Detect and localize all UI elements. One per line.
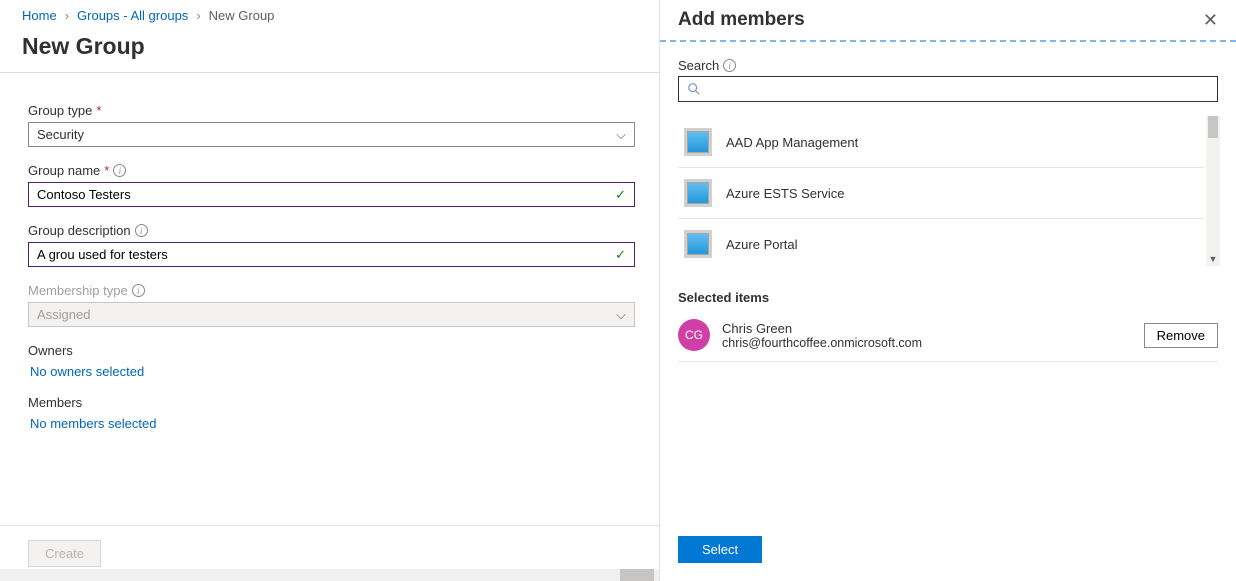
avatar: CG bbox=[678, 319, 710, 351]
search-label: Search bbox=[678, 58, 719, 73]
result-item[interactable]: AAD App Management bbox=[678, 116, 1204, 168]
breadcrumb-groups[interactable]: Groups - All groups bbox=[77, 8, 188, 23]
scrollbar-thumb[interactable] bbox=[620, 569, 654, 581]
select-button[interactable]: Select bbox=[678, 536, 762, 563]
selected-items-label: Selected items bbox=[678, 290, 1218, 305]
group-type-value: Security bbox=[37, 127, 84, 142]
check-icon: ✓ bbox=[615, 187, 626, 203]
panel-title: Add members bbox=[678, 9, 805, 31]
info-icon[interactable]: i bbox=[132, 284, 145, 297]
required-asterisk: * bbox=[96, 103, 101, 118]
page-title: New Group bbox=[0, 31, 659, 72]
membership-type-label: Membership type bbox=[28, 283, 128, 298]
app-icon bbox=[684, 179, 712, 207]
breadcrumb-current: New Group bbox=[209, 8, 275, 23]
info-icon[interactable]: i bbox=[135, 224, 148, 237]
chevron-down-icon: ⌵ bbox=[616, 127, 626, 143]
group-type-label: Group type bbox=[28, 103, 92, 118]
app-icon bbox=[684, 128, 712, 156]
membership-type-value: Assigned bbox=[37, 307, 90, 322]
group-type-select[interactable]: Security ⌵ bbox=[28, 122, 635, 147]
info-icon[interactable]: i bbox=[723, 59, 736, 72]
required-asterisk: * bbox=[104, 163, 109, 178]
horizontal-scrollbar[interactable] bbox=[0, 569, 659, 581]
scroll-down-arrow[interactable]: ▼ bbox=[1206, 254, 1220, 268]
owners-link[interactable]: No owners selected bbox=[28, 358, 635, 379]
create-button: Create bbox=[28, 540, 101, 567]
result-item-label: AAD App Management bbox=[726, 135, 858, 150]
chevron-right-icon: › bbox=[65, 8, 69, 23]
remove-button[interactable]: Remove bbox=[1144, 323, 1218, 348]
chevron-down-icon: ⌵ bbox=[616, 307, 626, 323]
app-icon bbox=[684, 230, 712, 258]
group-desc-input-wrap: ✓ bbox=[28, 242, 635, 267]
group-name-input-wrap: ✓ bbox=[28, 182, 635, 207]
members-link[interactable]: No members selected bbox=[28, 410, 635, 431]
close-icon[interactable]: ✕ bbox=[1203, 10, 1218, 31]
group-name-input[interactable] bbox=[37, 187, 615, 202]
group-desc-input[interactable] bbox=[37, 247, 615, 262]
selected-item-row: CG Chris Green chris@fourthcoffee.onmicr… bbox=[678, 319, 1218, 362]
group-name-label: Group name bbox=[28, 163, 100, 178]
selected-item-name: Chris Green bbox=[722, 321, 1132, 336]
vertical-scrollbar[interactable]: ▲ ▼ bbox=[1206, 116, 1220, 266]
search-icon bbox=[687, 82, 701, 96]
selected-item-email: chris@fourthcoffee.onmicrosoft.com bbox=[722, 336, 1132, 350]
result-list: AAD App Management Azure ESTS Service Az… bbox=[678, 116, 1218, 266]
scrollbar-thumb[interactable] bbox=[1208, 116, 1218, 138]
result-item[interactable]: Azure ESTS Service bbox=[678, 168, 1204, 219]
breadcrumb: Home › Groups - All groups › New Group bbox=[0, 0, 659, 31]
result-item-label: Azure ESTS Service bbox=[726, 186, 845, 201]
result-item-label: Azure Portal bbox=[726, 237, 798, 252]
membership-type-select: Assigned ⌵ bbox=[28, 302, 635, 327]
owners-label: Owners bbox=[28, 343, 635, 358]
chevron-right-icon: › bbox=[196, 8, 200, 23]
info-icon[interactable]: i bbox=[113, 164, 126, 177]
group-desc-label: Group description bbox=[28, 223, 131, 238]
search-input[interactable] bbox=[707, 82, 1209, 97]
members-label: Members bbox=[28, 395, 635, 410]
search-box bbox=[678, 76, 1218, 102]
breadcrumb-home[interactable]: Home bbox=[22, 8, 57, 23]
check-icon: ✓ bbox=[615, 247, 626, 263]
result-item[interactable]: Azure Portal bbox=[678, 219, 1204, 266]
